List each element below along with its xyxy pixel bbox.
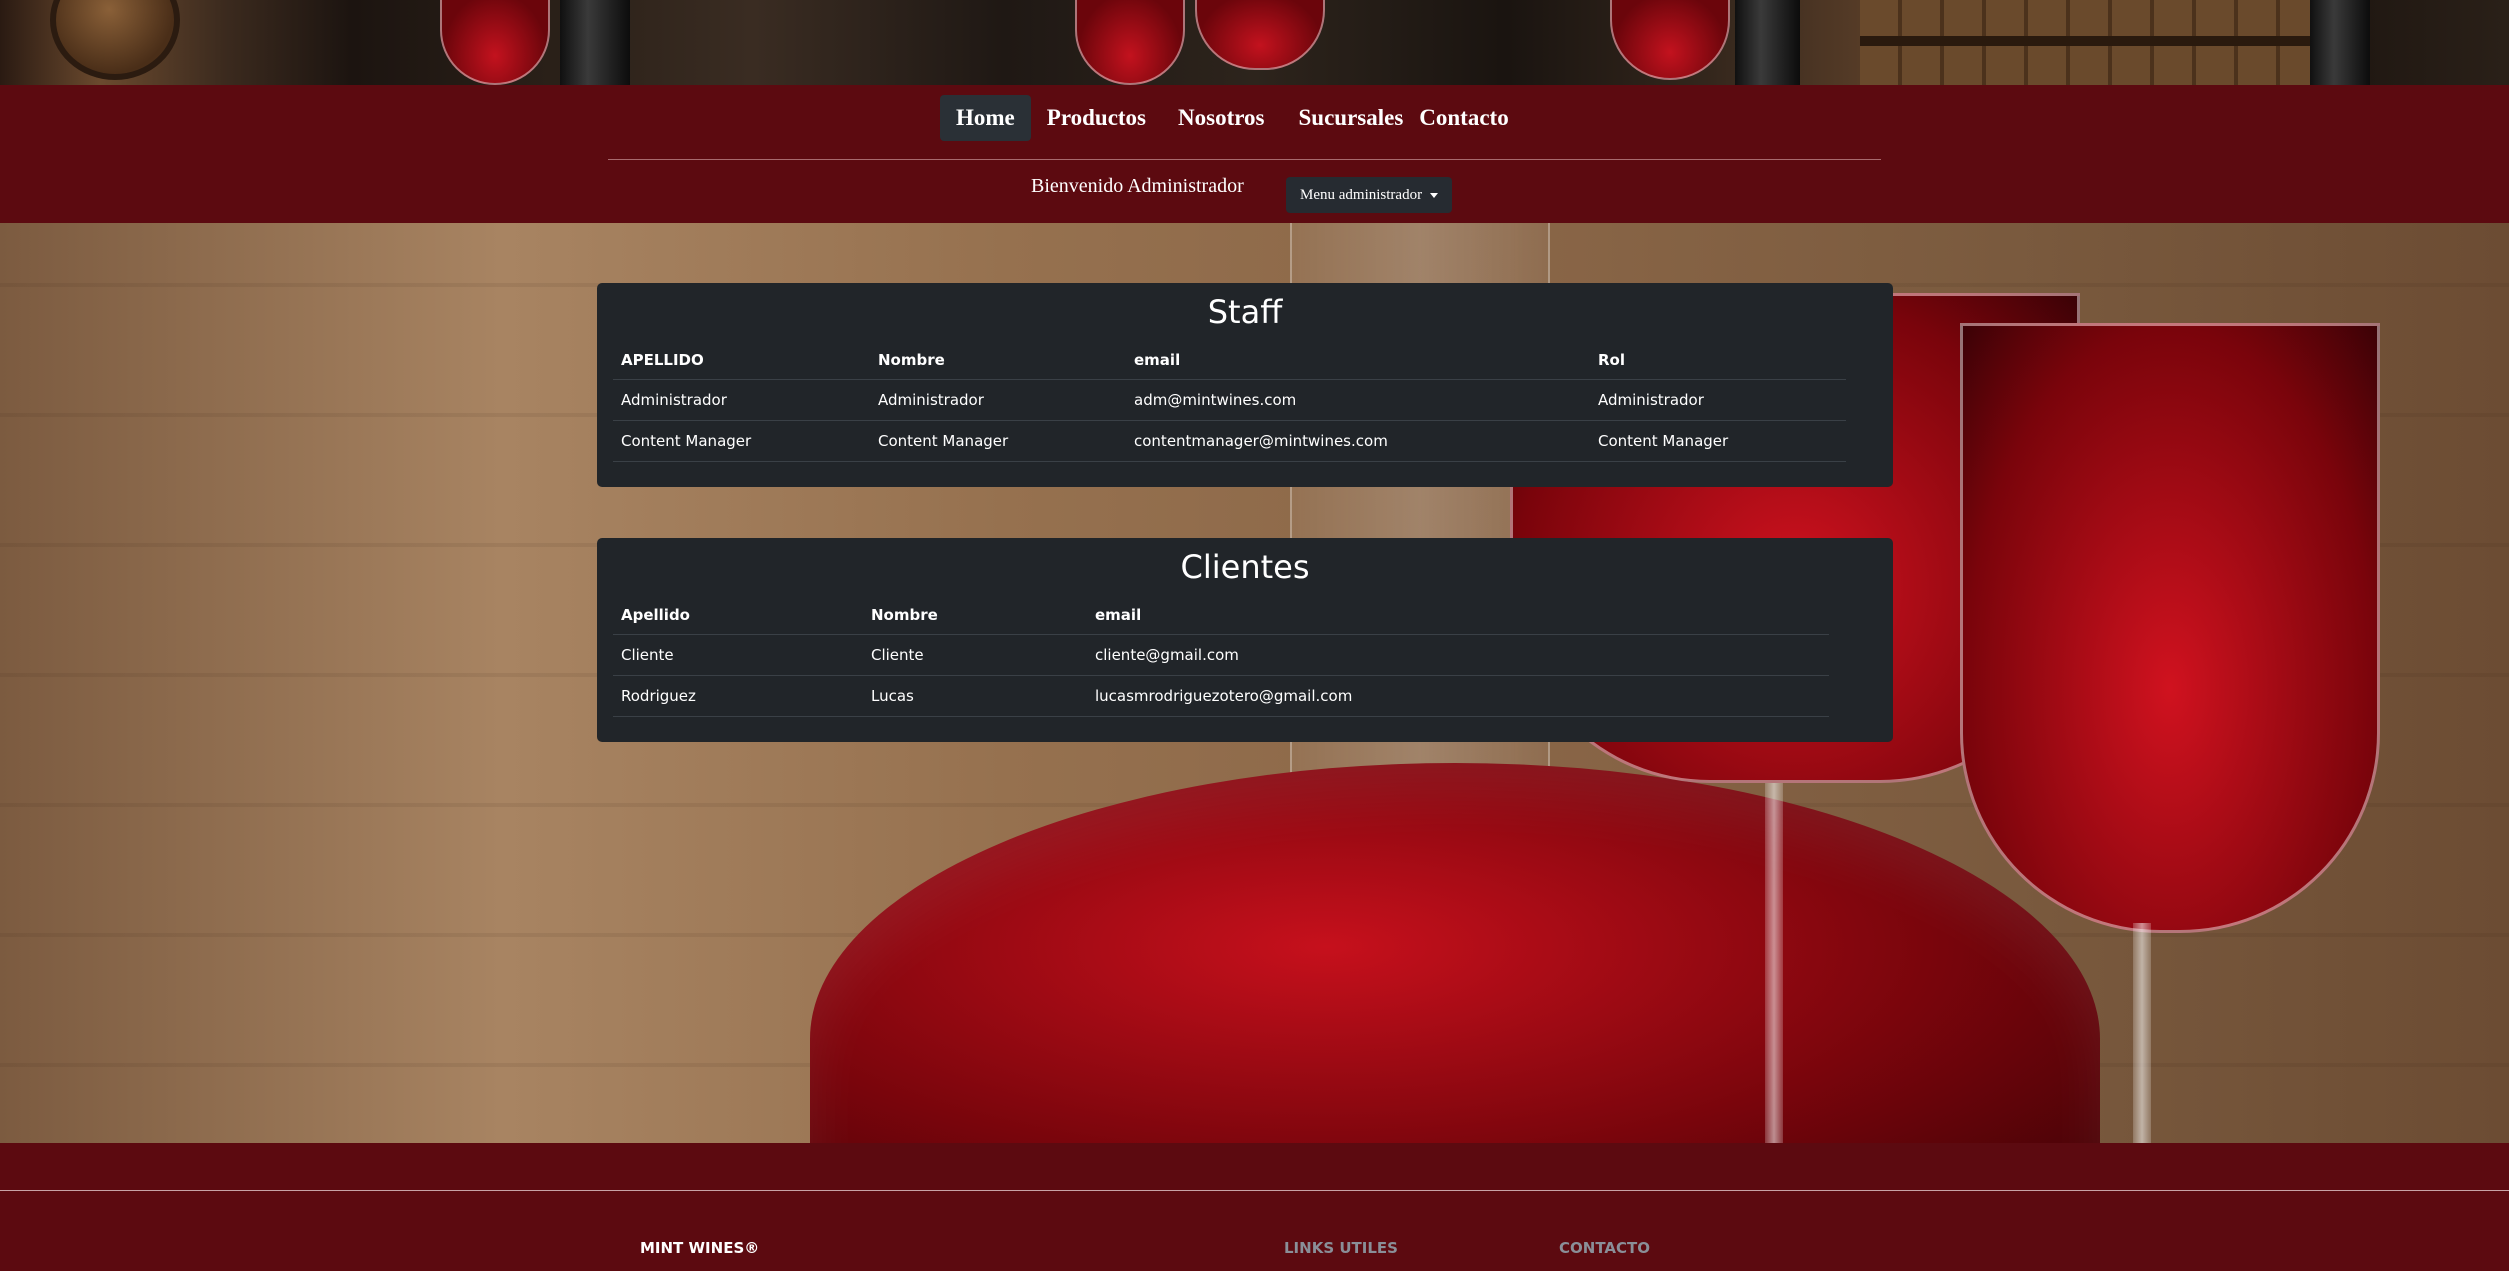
cell-apellido: Administrador bbox=[613, 379, 870, 421]
decanter-image bbox=[810, 763, 2100, 1143]
glass-stem-image bbox=[1765, 783, 1783, 1143]
glass-stem-image bbox=[2133, 923, 2151, 1143]
admin-menu-dropdown[interactable]: Menu administrador bbox=[1286, 177, 1453, 213]
table-header-row: Apellido Nombre email bbox=[613, 596, 1829, 635]
cell-email: adm@mintwines.com bbox=[1126, 379, 1590, 421]
cell-nombre: Cliente bbox=[863, 634, 1087, 676]
table-row: Cliente Cliente cliente@gmail.com bbox=[613, 634, 1829, 676]
table-header-row: APELLIDO Nombre email Rol bbox=[613, 341, 1846, 380]
cell-apellido: Cliente bbox=[613, 634, 863, 676]
clientes-table: Apellido Nombre email Cliente Cliente cl… bbox=[613, 596, 1829, 717]
staff-title: Staff bbox=[1207, 293, 1283, 331]
column-header-nombre: Nombre bbox=[863, 596, 1087, 635]
wine-glass-image bbox=[1195, 0, 1325, 70]
column-header-email: email bbox=[1087, 596, 1829, 635]
nav-contacto[interactable]: Contacto bbox=[1419, 95, 1524, 141]
barrel-image bbox=[50, 0, 180, 80]
cell-nombre: Administrador bbox=[870, 379, 1126, 421]
staff-table: APELLIDO Nombre email Rol Administrador … bbox=[613, 341, 1846, 462]
site-header: Home Productos Nosotros Sucursales Conta… bbox=[0, 85, 2509, 223]
wine-glass-image bbox=[1075, 0, 1185, 85]
top-banner-image bbox=[0, 0, 2509, 85]
bottle-image bbox=[2310, 0, 2370, 85]
cell-email: lucasmrodriguezotero@gmail.com bbox=[1087, 675, 1829, 717]
footer-brand: MINT WINES® bbox=[640, 1239, 760, 1257]
clientes-card: Clientes Apellido Nombre email Cliente C… bbox=[597, 538, 1893, 742]
caret-down-icon bbox=[1430, 192, 1439, 198]
wine-glass-image bbox=[1960, 323, 2380, 933]
column-header-nombre: Nombre bbox=[870, 341, 1126, 380]
clientes-title: Clientes bbox=[1180, 548, 1310, 586]
nav-productos[interactable]: Productos bbox=[1031, 95, 1162, 141]
admin-menu-label: Menu administrador bbox=[1300, 186, 1423, 203]
cell-nombre: Content Manager bbox=[870, 420, 1126, 462]
site-footer: MINT WINES® LINKS UTILES CONTACTO bbox=[0, 1143, 2509, 1271]
bottle-image bbox=[560, 0, 630, 85]
footer-contact-heading: CONTACTO bbox=[1559, 1239, 1650, 1257]
cell-apellido: Rodriguez bbox=[613, 675, 863, 717]
footer-divider bbox=[0, 1190, 2509, 1191]
table-row: Administrador Administrador adm@mintwine… bbox=[613, 379, 1846, 421]
nav-nosotros[interactable]: Nosotros bbox=[1162, 95, 1280, 141]
welcome-text: Bienvenido Administrador bbox=[1031, 175, 1244, 197]
staff-card: Staff APELLIDO Nombre email Rol Administ… bbox=[597, 283, 1893, 487]
barrel-image bbox=[1860, 0, 2320, 85]
cell-nombre: Lucas bbox=[863, 675, 1087, 717]
bottle-image bbox=[1735, 0, 1800, 85]
wine-glass-image bbox=[1610, 0, 1730, 80]
column-header-apellido: APELLIDO bbox=[613, 341, 870, 380]
cell-email: cliente@gmail.com bbox=[1087, 634, 1829, 676]
column-header-apellido: Apellido bbox=[613, 596, 863, 635]
column-header-rol: Rol bbox=[1590, 341, 1846, 380]
nav-sucursales[interactable]: Sucursales bbox=[1280, 95, 1419, 141]
cell-rol: Content Manager bbox=[1590, 420, 1846, 462]
main-nav: Home Productos Nosotros Sucursales Conta… bbox=[940, 95, 1525, 141]
cell-apellido: Content Manager bbox=[613, 420, 870, 462]
header-divider bbox=[608, 159, 1881, 160]
table-row: Content Manager Content Manager contentm… bbox=[613, 420, 1846, 462]
column-header-email: email bbox=[1126, 341, 1590, 380]
table-row: Rodriguez Lucas lucasmrodriguezotero@gma… bbox=[613, 675, 1829, 717]
cell-email: contentmanager@mintwines.com bbox=[1126, 420, 1590, 462]
wine-glass-image bbox=[440, 0, 550, 85]
nav-home[interactable]: Home bbox=[940, 95, 1031, 141]
footer-links-heading: LINKS UTILES bbox=[1284, 1239, 1398, 1257]
cell-rol: Administrador bbox=[1590, 379, 1846, 421]
